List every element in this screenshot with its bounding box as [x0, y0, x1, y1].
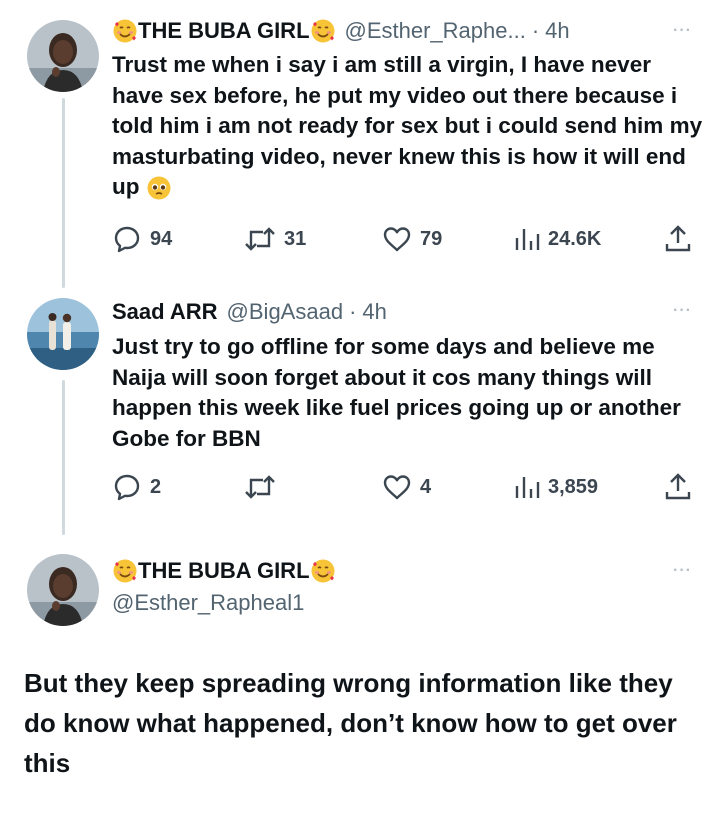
- retweet-icon: [245, 227, 275, 251]
- reply-button[interactable]: 94: [112, 224, 172, 254]
- retweet-icon: [245, 475, 275, 499]
- tweet-header: THE BUBA GIRL @Esther_Raphe... · 4h: [112, 18, 570, 44]
- user-handle[interactable]: @BigAsaad: [227, 299, 344, 325]
- user-handle[interactable]: @Esther_Rapheal1: [112, 590, 304, 616]
- views-icon: [515, 477, 540, 498]
- share-button[interactable]: [664, 224, 692, 254]
- views-count: 3,859: [548, 475, 599, 498]
- tweet-header: THE BUBA GIRL: [112, 558, 336, 584]
- like-icon: [383, 475, 411, 500]
- views-button[interactable]: 24.6K: [514, 224, 601, 254]
- more-icon[interactable]: ···: [673, 302, 692, 320]
- display-name[interactable]: THE BUBA GIRL: [138, 558, 310, 584]
- share-icon: [665, 225, 691, 252]
- tweet-actions: 94 31 79 24.6K: [112, 224, 697, 254]
- smiling-face-with-hearts-emoji: [310, 18, 336, 44]
- more-icon[interactable]: ···: [673, 22, 692, 40]
- smiling-face-with-hearts-emoji: [310, 558, 336, 584]
- views-count: 24.6K: [548, 227, 602, 250]
- like-count: 79: [420, 227, 443, 250]
- reply-count: 94: [150, 227, 173, 250]
- reply-icon: [114, 226, 140, 253]
- timestamp[interactable]: 4h: [545, 18, 569, 44]
- like-button[interactable]: 4: [382, 472, 431, 502]
- share-button[interactable]: [664, 472, 692, 502]
- retweet-button[interactable]: 31: [244, 224, 306, 254]
- avatar[interactable]: [27, 554, 99, 626]
- avatar[interactable]: [27, 298, 99, 370]
- tweet-text: Trust me when i say i am still a virgin,…: [112, 50, 707, 203]
- views-icon: [515, 229, 540, 250]
- pleading-face-emoji: [146, 175, 172, 201]
- smiling-face-with-hearts-emoji: [112, 558, 138, 584]
- like-button[interactable]: 79: [382, 224, 442, 254]
- reply-icon: [114, 474, 140, 501]
- tweet-3[interactable]: THE BUBA GIRL ··· @Esther_Rapheal1 But t…: [0, 540, 720, 825]
- separator-dot: ·: [531, 18, 540, 43]
- user-handle[interactable]: @Esther_Raphe...: [345, 18, 526, 44]
- retweet-count: 31: [284, 227, 307, 250]
- separator-dot: ·: [349, 299, 357, 324]
- like-icon: [383, 227, 411, 252]
- more-icon[interactable]: ···: [673, 562, 692, 580]
- like-count: 4: [420, 475, 432, 498]
- tweet-2[interactable]: Saad ARR @BigAsaad · 4h ··· Just try to …: [0, 282, 720, 532]
- reply-count: 2: [150, 475, 162, 498]
- tweet-actions: 2 4 3,859: [112, 472, 697, 502]
- views-button[interactable]: 3,859: [514, 472, 598, 502]
- display-name[interactable]: Saad ARR: [112, 299, 218, 325]
- display-name[interactable]: THE BUBA GIRL: [138, 18, 310, 44]
- retweet-button[interactable]: [244, 472, 284, 502]
- reply-button[interactable]: 2: [112, 472, 161, 502]
- tweet-text: But they keep spreading wrong informatio…: [24, 668, 677, 778]
- share-icon: [665, 473, 691, 500]
- tweet-text: Just try to go offline for some days and…: [112, 334, 681, 451]
- avatar[interactable]: [27, 20, 99, 92]
- tweet-1[interactable]: THE BUBA GIRL @Esther_Raphe... · 4h ··· …: [0, 0, 720, 280]
- smiling-face-with-hearts-emoji: [112, 18, 138, 44]
- tweet-header: Saad ARR @BigAsaad · 4h: [112, 299, 387, 325]
- timestamp[interactable]: 4h: [362, 299, 386, 325]
